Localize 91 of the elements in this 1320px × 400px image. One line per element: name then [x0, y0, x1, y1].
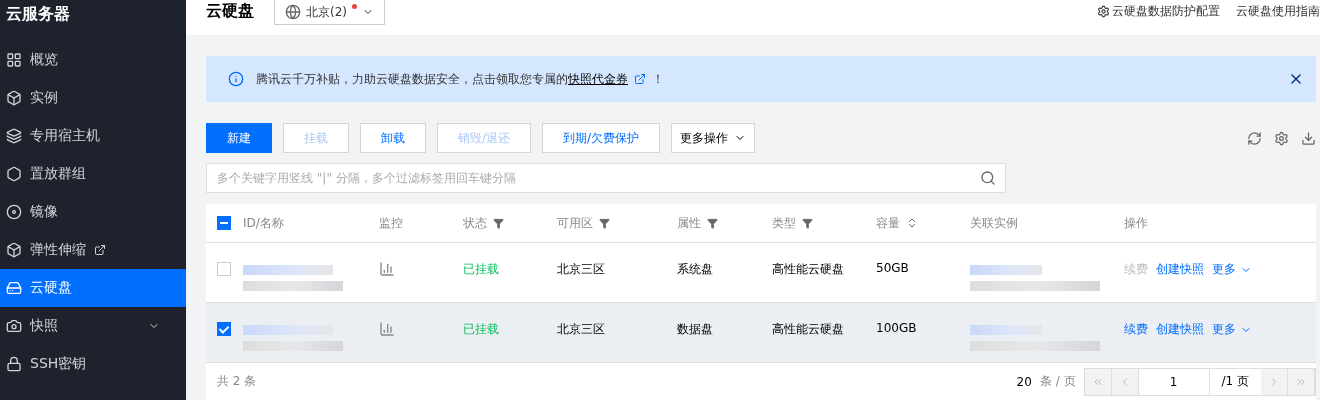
sidebar-item[interactable]: 概览 — [0, 41, 186, 79]
camera-icon — [6, 318, 22, 334]
column-header: 可用区 — [557, 214, 677, 232]
sidebar-item-label: 镜像 — [30, 203, 58, 221]
region-select[interactable]: 北京(2) — [274, 0, 385, 25]
column-header: 监控 — [379, 214, 404, 232]
bar-chart-icon[interactable] — [379, 321, 395, 337]
toolbar-button[interactable]: 新建 — [206, 123, 272, 153]
sidebar-item-label: 置放群组 — [30, 165, 86, 183]
column-header: 操作 — [1124, 214, 1149, 232]
per-page-label: 条 / 页 — [1039, 373, 1076, 390]
header-link[interactable]: 云硬盘使用指南 — [1236, 3, 1320, 20]
filter-icon[interactable] — [599, 217, 610, 229]
column-header: ID/名称 — [243, 214, 285, 232]
header-link[interactable]: 云硬盘数据防护配置 — [1097, 3, 1220, 20]
sidebar-item[interactable]: 专用宿主机 — [0, 117, 186, 155]
sidebar-item[interactable]: SSH密钥 — [0, 345, 186, 383]
toolbar-button[interactable]: 卸载 — [360, 123, 426, 153]
sidebar-item[interactable]: 置放群组 — [0, 155, 186, 193]
column-header: 容量 — [876, 214, 970, 232]
table-cell-text: 高性能云硬盘 — [772, 321, 845, 338]
sidebar-title: 云服务器 — [5, 3, 71, 25]
more-link[interactable]: 更多 — [1212, 321, 1252, 338]
action-link[interactable]: 续费 — [1124, 321, 1148, 338]
column-header: 类型 — [772, 214, 876, 232]
lock-icon — [6, 356, 22, 372]
layers-icon — [6, 128, 22, 144]
status-text: 已挂载 — [463, 321, 500, 338]
region-label: 北京(2) — [306, 3, 347, 21]
total-count: 共 2 条 — [217, 373, 257, 390]
filter-icon[interactable] — [707, 217, 718, 229]
grid-icon — [6, 52, 22, 68]
page-size[interactable]: 20 — [1016, 374, 1032, 389]
sidebar-item-label: 弹性伸缩 — [30, 241, 86, 259]
redacted-block — [970, 325, 1042, 335]
external-link-icon — [634, 73, 646, 85]
globe-icon — [285, 4, 301, 20]
sidebar-item-label: 云硬盘 — [30, 279, 72, 297]
row-checkbox[interactable] — [217, 262, 231, 276]
page-title: 云硬盘 — [206, 0, 254, 22]
disc-icon — [6, 204, 22, 220]
action-link[interactable]: 创建快照 — [1156, 321, 1204, 338]
info-icon — [228, 71, 244, 87]
sidebar-item-label: 概览 — [30, 51, 58, 69]
sidebar-item[interactable]: 实例 — [0, 79, 186, 117]
page-total: /1 页 — [1220, 373, 1250, 390]
table-row[interactable]: 已挂载 北京三区 数据盘 高性能云硬盘 100GB 续费 创建快照 更多 — [206, 303, 1316, 363]
table-cell-text: 高性能云硬盘 — [772, 261, 845, 278]
sidebar-item-label: 实例 — [30, 89, 58, 107]
column-header: 关联实例 — [970, 214, 1019, 232]
redacted-block — [970, 265, 1042, 275]
settings-icon[interactable] — [1274, 130, 1289, 146]
voucher-link[interactable]: 快照代金券 — [568, 70, 628, 88]
notice-text: 腾讯云千万补贴，力助云硬盘数据安全，点击领取您专属的 — [256, 70, 568, 88]
row-checkbox[interactable] — [217, 322, 231, 336]
column-header: 状态 — [463, 214, 557, 232]
sort-icon[interactable] — [906, 217, 918, 229]
cube-icon — [6, 242, 22, 258]
status-text: 已挂载 — [463, 261, 500, 278]
refresh-icon[interactable] — [1247, 130, 1262, 146]
sidebar-item[interactable]: 镜像 — [0, 193, 186, 231]
settings-icon — [1097, 5, 1110, 18]
table-cell-text: 50GB — [876, 260, 910, 275]
filter-icon[interactable] — [493, 217, 504, 229]
column-header: 属性 — [677, 214, 772, 232]
page-input[interactable]: 1 — [1138, 368, 1210, 395]
table-cell-text: 100GB — [876, 320, 918, 335]
table-cell-text: 数据盘 — [677, 321, 714, 338]
toolbar-button[interactable]: 到期/欠费保护 — [542, 123, 661, 153]
bar-chart-icon[interactable] — [379, 261, 395, 277]
table-cell-text: 北京三区 — [557, 261, 606, 278]
filter-icon[interactable] — [802, 217, 813, 229]
sidebar-item-label: 快照 — [30, 317, 58, 335]
drive-icon — [6, 280, 22, 296]
sidebar-item-label: SSH密钥 — [30, 355, 87, 373]
table-cell-text: 北京三区 — [557, 321, 606, 338]
sidebar-item[interactable]: 弹性伸缩 — [0, 231, 186, 269]
cube-icon — [6, 90, 22, 106]
search-icon[interactable] — [980, 170, 996, 186]
table-cell-text: 系统盘 — [677, 261, 714, 278]
sidebar-item[interactable]: 快照 — [0, 307, 186, 345]
toolbar-button[interactable]: 更多操作 — [671, 123, 756, 153]
search-field[interactable]: 多个关键字用竖线 "|" 分隔，多个过滤标签用回车键分隔 — [206, 163, 1006, 193]
select-all-checkbox[interactable] — [217, 216, 231, 230]
sidebar-item[interactable]: 云硬盘 — [0, 269, 186, 307]
action-link[interactable]: 创建快照 — [1156, 261, 1204, 278]
more-link[interactable]: 更多 — [1212, 261, 1252, 278]
notice-end-text: ！ — [652, 70, 664, 88]
hexagon-icon — [6, 166, 22, 182]
download-icon[interactable] — [1301, 130, 1316, 146]
sidebar-item-label: 专用宿主机 — [30, 127, 100, 145]
